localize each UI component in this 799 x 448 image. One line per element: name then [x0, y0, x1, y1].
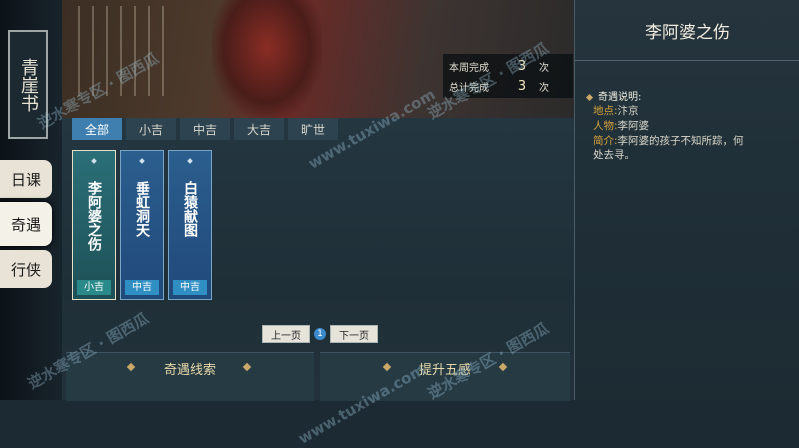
encounter-card-name: 李阿婆之伤	[86, 181, 102, 251]
encounter-card-name: 垂虹洞天	[134, 181, 150, 237]
encounter-card-chuihong[interactable]: 垂虹洞天 中吉	[120, 150, 164, 300]
diamond-icon	[585, 93, 594, 101]
pagination: 上一页 1 下一页	[262, 325, 378, 343]
left-rail: 青崖书 日课 奇遇 行侠	[0, 0, 62, 400]
section-title: 奇遇线索	[163, 363, 216, 378]
rail-tab-daily[interactable]: 日课	[0, 160, 52, 198]
current-page-indicator: 1	[314, 328, 326, 340]
encounter-card-badge: 中吉	[125, 280, 159, 295]
encounter-card-baiyuan[interactable]: 白猿献图 中吉	[168, 150, 212, 300]
next-page-button[interactable]: 下一页	[330, 325, 378, 343]
encounter-card-li-apo[interactable]: 李阿婆之伤 小吉	[72, 150, 116, 300]
stat-total-unit: 次	[539, 82, 549, 94]
section-encounter-clues[interactable]: 奇遇线索	[66, 352, 314, 401]
rail-tab-chivalry[interactable]: 行侠	[0, 250, 52, 288]
rail-tab-encounter[interactable]: 奇遇	[0, 202, 52, 246]
card-diamond-icon	[91, 158, 97, 164]
card-diamond-icon	[139, 158, 145, 164]
detail-heading: 奇遇说明:	[585, 88, 642, 103]
filter-tab-rare[interactable]: 旷世	[288, 118, 338, 140]
prev-page-button[interactable]: 上一页	[262, 325, 310, 343]
detail-title: 李阿婆之伤	[645, 23, 730, 43]
filter-tab-great-luck[interactable]: 大吉	[234, 118, 284, 140]
intro-key: 简介:	[593, 135, 618, 147]
filter-tabs: 全部 小吉 中吉 大吉 旷世	[72, 118, 342, 140]
location-key: 地点:	[593, 105, 618, 117]
filter-tab-medium-luck[interactable]: 中吉	[180, 118, 230, 140]
person-value: 李阿婆	[617, 120, 650, 132]
filter-tab-all[interactable]: 全部	[72, 118, 122, 140]
location-value: 汴京	[617, 105, 639, 117]
encounter-card-name: 白猿献图	[182, 181, 198, 237]
filter-tab-small-luck[interactable]: 小吉	[126, 118, 176, 140]
hero-figure-image	[212, 0, 322, 118]
encounter-card-badge: 中吉	[173, 280, 207, 295]
stat-total-value: 3	[517, 78, 527, 94]
person-key: 人物:	[593, 120, 618, 132]
encounter-detail-panel: 李阿婆之伤 奇遇说明: 地点:汴京 人物:李阿婆 简介:李阿婆的孩子不知所踪，何…	[574, 0, 799, 400]
card-diamond-icon	[187, 158, 193, 164]
encounter-card-badge: 小吉	[77, 280, 111, 295]
detail-heading-text: 奇遇说明:	[598, 92, 642, 103]
detail-intro: 简介:李阿婆的孩子不知所踪，何处去寻。	[593, 134, 751, 162]
divider	[575, 60, 799, 61]
detail-location: 地点:汴京	[593, 104, 793, 118]
detail-person: 人物:李阿婆	[593, 119, 793, 133]
